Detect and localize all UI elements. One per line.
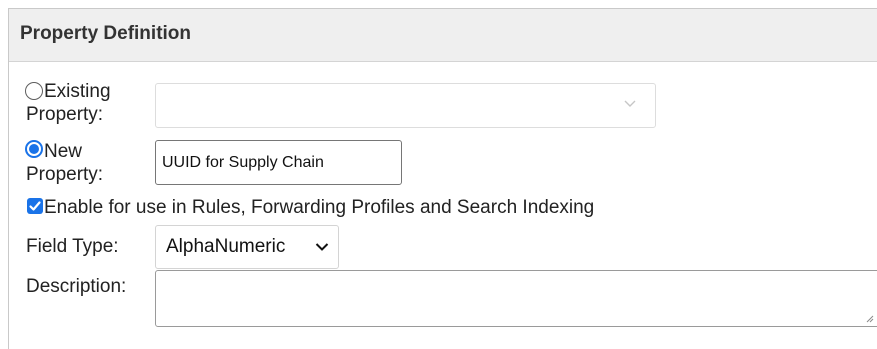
enable-checkbox[interactable] (27, 198, 43, 214)
field-type-label: Field Type: (26, 236, 119, 257)
description-textarea[interactable] (155, 270, 877, 327)
checkmark-icon (29, 201, 41, 211)
existing-property-select[interactable] (155, 83, 656, 128)
existing-property-radio[interactable] (25, 82, 43, 100)
description-label: Description: (26, 276, 127, 297)
new-property-input[interactable] (155, 140, 402, 185)
field-type-value: AlphaNumeric (166, 236, 286, 257)
panel-title: Property Definition (20, 23, 192, 44)
new-property-radio[interactable] (25, 140, 43, 158)
existing-property-label-line2: Property: (26, 104, 104, 125)
field-type-select[interactable]: AlphaNumeric (155, 225, 339, 269)
resize-grip-icon[interactable] (865, 314, 874, 323)
new-property-label-line2: Property: (26, 164, 104, 185)
chevron-down-icon (315, 243, 329, 251)
new-property-label-line1: New (44, 141, 83, 162)
enable-checkbox-label: Enable for use in Rules, Forwarding Prof… (44, 197, 595, 218)
chevron-down-icon (624, 100, 636, 107)
panel-header: Property Definition (9, 9, 877, 62)
existing-property-label-line1: Existing (44, 81, 111, 102)
